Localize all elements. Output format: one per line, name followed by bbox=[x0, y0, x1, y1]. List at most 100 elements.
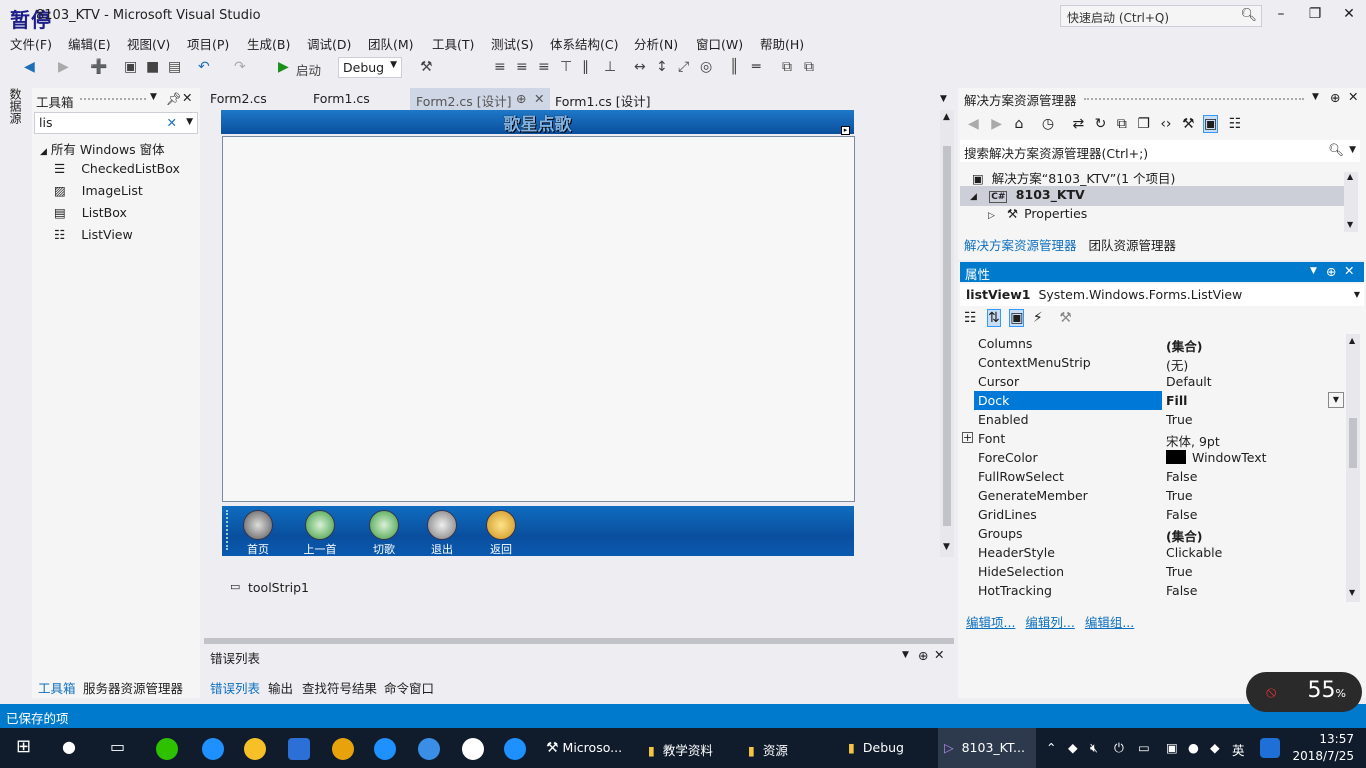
property-row[interactable]: HideSelection True bbox=[974, 562, 1346, 581]
property-value-cell[interactable]: False bbox=[1166, 469, 1197, 484]
ie-icon[interactable] bbox=[374, 738, 396, 760]
tree-project-node[interactable]: ◢ C# 8103_KTV bbox=[960, 186, 1344, 206]
pin-icon[interactable]: 📌︎ bbox=[166, 91, 182, 107]
forward-icon[interactable]: ▶ bbox=[991, 116, 1002, 132]
clear-icon[interactable]: ✕ bbox=[167, 115, 177, 130]
tree-solution-node[interactable]: ▣ 解决方案“8103_KTV”(1 个项目) bbox=[972, 168, 1342, 188]
tab-form1-design[interactable]: Form1.cs [设计] bbox=[549, 88, 657, 110]
property-row[interactable]: HotTracking False bbox=[974, 581, 1346, 600]
save-icon[interactable]: ■ bbox=[146, 59, 159, 75]
menu-edit[interactable]: 编辑(E) bbox=[68, 34, 111, 53]
align-left-icon[interactable]: ≡ bbox=[494, 59, 506, 75]
edit-items-link[interactable]: 编辑项... bbox=[966, 615, 1015, 630]
property-value-cell[interactable]: True bbox=[1166, 564, 1193, 579]
tab-output[interactable]: 输出 bbox=[268, 678, 293, 697]
size-to-grid-icon[interactable]: ◎ bbox=[700, 59, 712, 75]
minimize-button[interactable]: – bbox=[1266, 6, 1296, 22]
property-row[interactable]: FullRowSelect False bbox=[974, 467, 1346, 486]
strip-button-back[interactable]: 返回 bbox=[481, 510, 521, 557]
sync-icon[interactable]: ⇄ bbox=[1072, 116, 1084, 132]
tree-scrollbar[interactable]: ▲ ▼ bbox=[1344, 172, 1358, 232]
forward-icon[interactable]: ▶ bbox=[58, 59, 69, 75]
close-button[interactable]: ✕ bbox=[1334, 6, 1364, 22]
start-button[interactable]: 启动 bbox=[296, 60, 321, 79]
menu-file[interactable]: 文件(F) bbox=[10, 34, 52, 53]
bring-front-icon[interactable]: ⧉ bbox=[782, 59, 792, 75]
tab-server-explorer[interactable]: 服务器资源管理器 bbox=[83, 678, 183, 697]
network-icon[interactable]: ▣ bbox=[1160, 728, 1184, 768]
task-view-icon[interactable]: ▭ bbox=[104, 728, 131, 768]
scroll-up-icon[interactable]: ▲ bbox=[1347, 172, 1353, 181]
dropdown-icon[interactable]: ▼ bbox=[1310, 266, 1317, 276]
strip-button-skip[interactable]: 切歌 bbox=[364, 510, 404, 557]
solution-config-select[interactable]: Debug ▼ bbox=[338, 57, 402, 78]
dropdown-icon[interactable]: ▼ bbox=[1312, 92, 1319, 102]
menu-build[interactable]: 生成(B) bbox=[247, 34, 290, 53]
tray-chevron-icon[interactable]: ⌃ bbox=[1040, 728, 1062, 768]
tab-form1-cs[interactable]: Form1.cs bbox=[307, 88, 376, 110]
tab-toolbox[interactable]: 工具箱 bbox=[38, 678, 76, 697]
property-row[interactable]: GridLines False bbox=[974, 505, 1346, 524]
tab-form2-cs[interactable]: Form2.cs bbox=[204, 88, 273, 110]
code-icon[interactable]: ‹› bbox=[1160, 116, 1171, 132]
property-row[interactable]: HeaderStyle Clickable bbox=[974, 543, 1346, 562]
tree-properties-node[interactable]: ▷ ⚒ Properties bbox=[988, 206, 1328, 226]
network-speed-widget[interactable]: ⦸ 55% bbox=[1246, 672, 1362, 712]
menu-debug[interactable]: 调试(D) bbox=[307, 34, 351, 53]
class-view-icon[interactable]: ☷ bbox=[1229, 116, 1242, 132]
scrollbar-thumb[interactable] bbox=[943, 146, 951, 526]
toolbox-group[interactable]: ◢ 所有 Windows 窗体 bbox=[32, 136, 200, 158]
solution-search-input[interactable]: 搜索解决方案资源管理器(Ctrl+;) 🔍︎ ▼ bbox=[960, 140, 1360, 162]
scroll-down-icon[interactable]: ▼ bbox=[943, 542, 950, 552]
feiq-icon[interactable] bbox=[418, 738, 440, 760]
power-icon[interactable]: ⏻ bbox=[1108, 728, 1130, 768]
align-right-icon[interactable]: ≡ bbox=[538, 59, 550, 75]
qq-icon[interactable] bbox=[244, 738, 266, 760]
property-pages-icon[interactable]: ⚒ bbox=[1059, 310, 1072, 326]
property-row[interactable]: Dock Fill ▼ bbox=[974, 391, 1346, 410]
align-center-icon[interactable]: ≡ bbox=[516, 59, 528, 75]
windows-start-icon[interactable]: ⊞ bbox=[10, 728, 37, 768]
data-sources-tab[interactable]: 数据源 bbox=[6, 88, 24, 132]
toolbox-item[interactable]: ☷ ListView bbox=[32, 224, 200, 246]
v-spacing-icon[interactable]: ═ bbox=[752, 59, 760, 75]
object-selector[interactable]: listView1 System.Windows.Forms.ListView … bbox=[960, 284, 1364, 306]
tab-overflow-icon[interactable]: ▼ bbox=[940, 94, 947, 104]
restore-button[interactable]: ❐ bbox=[1300, 6, 1330, 22]
volume-muted-icon[interactable]: 🔇︎ bbox=[1084, 728, 1104, 768]
send-back-icon[interactable]: ⧉ bbox=[804, 59, 814, 75]
properties-wrench-icon[interactable]: ⚒ bbox=[1182, 116, 1195, 132]
align-middle-icon[interactable]: ∥ bbox=[582, 59, 589, 75]
close-icon[interactable]: ✕ bbox=[934, 647, 944, 662]
toolstrip-control[interactable]: 首页 上一首 切歌 退出 返回 bbox=[222, 506, 854, 556]
h-spacing-icon[interactable]: ║ bbox=[730, 59, 738, 75]
tab-team-explorer[interactable]: 团队资源管理器 bbox=[1089, 238, 1177, 253]
menu-project[interactable]: 项目(P) bbox=[187, 34, 229, 53]
scrollbar-thumb[interactable] bbox=[1349, 418, 1357, 468]
tab-error-list[interactable]: 错误列表 bbox=[210, 678, 260, 697]
baidu-icon[interactable] bbox=[1260, 738, 1280, 758]
copy-icon[interactable]: ❐ bbox=[1137, 116, 1150, 132]
property-value-cell[interactable]: False bbox=[1166, 507, 1197, 522]
tab-command-window[interactable]: 命令窗口 bbox=[384, 678, 434, 697]
font-expand-icon[interactable]: + bbox=[962, 432, 973, 443]
property-value-cell[interactable]: WindowText bbox=[1166, 450, 1267, 465]
property-row[interactable]: ContextMenuStrip (无) bbox=[974, 353, 1346, 373]
menu-team[interactable]: 团队(M) bbox=[368, 34, 414, 53]
search-app-icon[interactable] bbox=[462, 738, 484, 760]
same-width-icon[interactable]: ↔ bbox=[634, 59, 646, 75]
menu-architecture[interactable]: 体系结构(C) bbox=[550, 34, 618, 53]
events-icon[interactable]: ⚡︎ bbox=[1033, 310, 1043, 326]
tab-form2-design[interactable]: Form2.cs [设计] ⊕ ✕ bbox=[410, 88, 550, 110]
back-icon[interactable]: ◀ bbox=[968, 116, 979, 132]
menu-view[interactable]: 视图(V) bbox=[127, 34, 170, 53]
designer-scrollbar[interactable]: ▲ ▼ bbox=[940, 110, 954, 557]
property-row[interactable]: Columns (集合) bbox=[974, 334, 1346, 354]
wechat-icon[interactable] bbox=[156, 738, 178, 760]
toolbox-item[interactable]: ▨ ImageList bbox=[32, 180, 200, 202]
pin-icon[interactable]: ⊕ bbox=[1330, 90, 1340, 105]
attach-icon[interactable]: ⚒ bbox=[420, 59, 433, 75]
open-file-icon[interactable]: ▣ bbox=[124, 59, 137, 75]
taskbar-item-vs-tool[interactable]: ⚒ Microso... bbox=[540, 728, 638, 768]
designer-view-icon[interactable]: ▣ bbox=[1203, 115, 1219, 133]
